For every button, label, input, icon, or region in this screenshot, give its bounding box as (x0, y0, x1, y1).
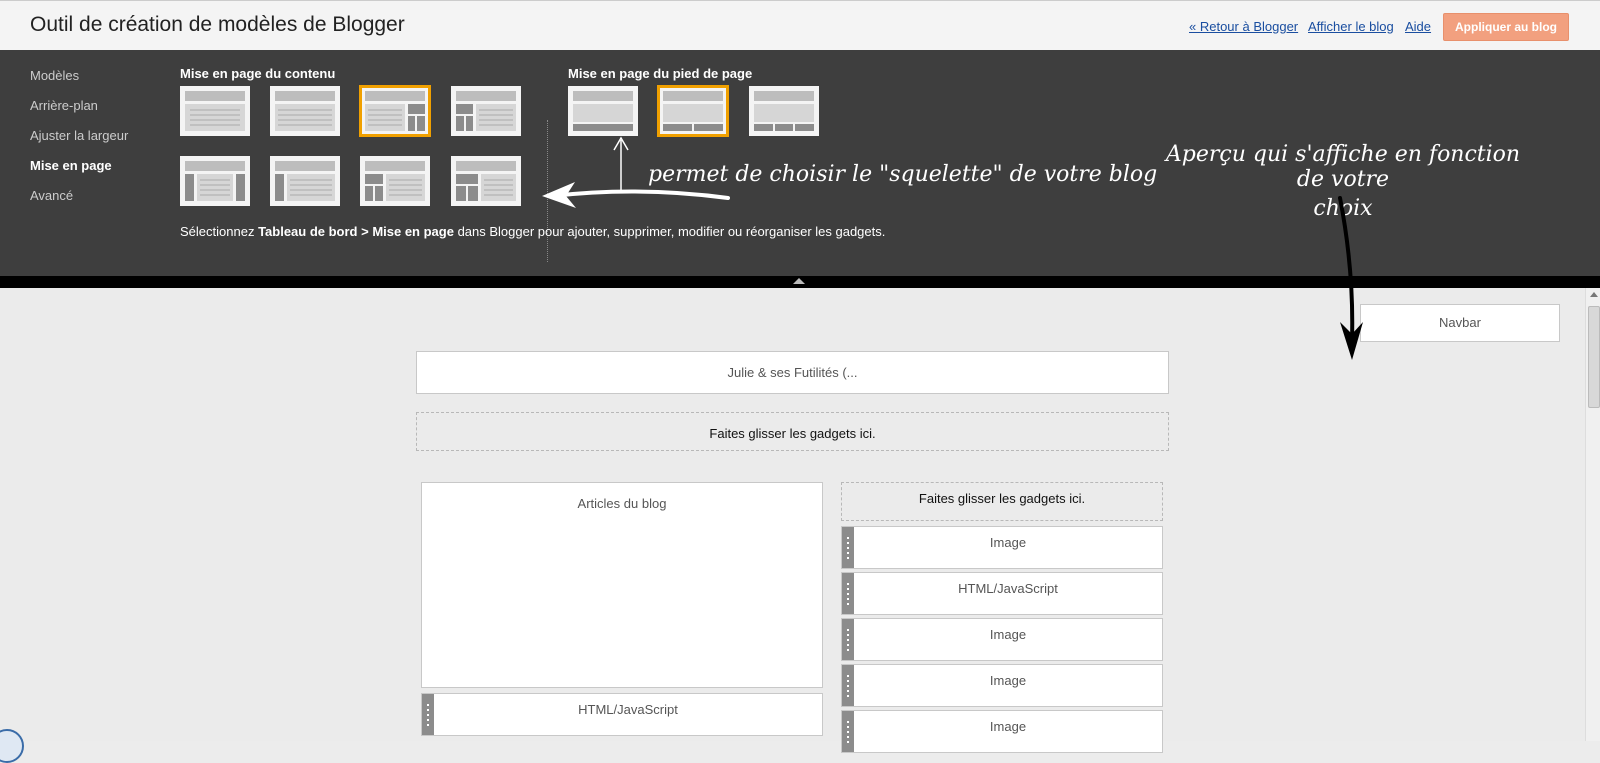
layout-one-column-icon (185, 91, 245, 131)
content-layout-option-2[interactable] (270, 86, 340, 136)
scroll-up-arrow-icon[interactable] (1590, 292, 1598, 297)
hint-prefix: Sélectionnez (180, 224, 259, 239)
content-layout-title: Mise en page du contenu (180, 66, 336, 81)
sidebar-item-layout[interactable]: Mise en page (30, 158, 112, 173)
hint-suffix: dans Blogger pour ajouter, supprimer, mo… (453, 224, 886, 239)
gadget-label: Image (989, 535, 1027, 550)
content-layout-option-7[interactable] (360, 156, 430, 206)
content-layout-option-8[interactable] (451, 156, 521, 206)
content-layout-option-4[interactable] (451, 86, 521, 136)
annotation-skeleton: permet de choisir le "squelette" de votr… (648, 162, 1158, 187)
sidebar-gadget-html-js[interactable]: HTML/JavaScript (841, 572, 1163, 615)
layout-left-narrow-icon (275, 161, 335, 201)
collapse-triangle-icon[interactable] (793, 278, 805, 284)
drop-zone-main[interactable]: Faites glisser les gadgets ici. (416, 412, 1169, 451)
sidebar-item-background[interactable]: Arrière-plan (30, 98, 98, 113)
preview-scrollbar[interactable] (1585, 288, 1600, 741)
layout-hint: Sélectionnez Tableau de bord > Mise en p… (180, 224, 885, 239)
sidebar-gadget-image-3[interactable]: Image (841, 664, 1163, 707)
blog-posts-gadget[interactable]: Articles du blog (421, 482, 823, 688)
annotation-preview-line1: Aperçu qui s'affiche en fonction de votr… (1165, 142, 1521, 192)
drop-zone-sidebar[interactable]: Faites glisser les gadgets ici. (841, 482, 1163, 521)
layout-left-sidebar-icon (456, 91, 516, 131)
drag-handle-icon[interactable] (842, 573, 854, 614)
layout-one-column-wide-icon (275, 91, 335, 131)
drag-handle-icon[interactable] (842, 619, 854, 660)
gadget-label: Image (989, 719, 1027, 734)
footer-three-column-icon (754, 91, 814, 131)
footer-one-column-icon (573, 91, 633, 131)
app-title: Outil de création de modèles de Blogger (30, 13, 405, 36)
sidebar-item-templates[interactable]: Modèles (30, 68, 79, 83)
gadget-label: Image (989, 627, 1027, 642)
drag-handle-icon[interactable] (422, 694, 434, 735)
sidebar-item-advanced[interactable]: Avancé (30, 188, 73, 203)
layout-split-right-icon (456, 161, 516, 201)
gadget-label: Image (989, 673, 1027, 688)
sidebar-item-adjust-width[interactable]: Ajuster la largeur (30, 128, 128, 143)
blog-layout-preview: Navbar Julie & ses Futilités (... Faites… (0, 288, 1585, 753)
layout-three-column-icon (185, 161, 245, 201)
navbar-gadget[interactable]: Navbar (1360, 304, 1560, 342)
main-html-js-gadget[interactable]: HTML/JavaScript (421, 693, 823, 736)
apply-to-blog-button[interactable]: Appliquer au blog (1443, 13, 1569, 41)
sidebar-gadget-image-2[interactable]: Image (841, 618, 1163, 661)
hint-path: Tableau de bord > Mise en page (258, 224, 454, 239)
drag-handle-icon[interactable] (842, 711, 854, 752)
content-layout-option-3-selected[interactable] (359, 85, 431, 137)
layout-split-left-icon (365, 161, 425, 201)
panel-divider (547, 120, 548, 262)
content-layout-option-1[interactable] (180, 86, 250, 136)
annotation-preview-line2: choix (1313, 196, 1373, 221)
footer-two-column-icon (663, 91, 723, 131)
drag-handle-icon[interactable] (842, 665, 854, 706)
view-blog-link[interactable]: Afficher le blog (1308, 19, 1394, 34)
footer-layout-option-3[interactable] (749, 86, 819, 136)
back-to-blogger-link[interactable]: « Retour à Blogger (1189, 19, 1298, 34)
gadget-label: HTML/JavaScript (958, 581, 1058, 596)
layout-right-sidebar-icon (365, 91, 425, 131)
help-link[interactable]: Aide (1405, 19, 1431, 34)
content-layout-option-5[interactable] (180, 156, 250, 206)
sidebar-gadget-image-1[interactable]: Image (841, 526, 1163, 569)
footer-layout-title: Mise en page du pied de page (568, 66, 753, 81)
footer-layout-option-1[interactable] (568, 86, 638, 136)
footer-layout-option-2-selected[interactable] (657, 85, 729, 137)
sidebar-gadget-image-4[interactable]: Image (841, 710, 1163, 753)
settings-panel: Modèles Arrière-plan Ajuster la largeur … (0, 50, 1600, 276)
gadget-label: HTML/JavaScript (578, 702, 678, 717)
header-gadget[interactable]: Julie & ses Futilités (... (416, 351, 1169, 394)
annotation-preview: Aperçu qui s'affiche en fonction de votr… (1158, 142, 1528, 221)
scroll-thumb[interactable] (1588, 306, 1600, 408)
content-layout-option-6[interactable] (270, 156, 340, 206)
top-bar: Outil de création de modèles de Blogger … (0, 0, 1600, 51)
drag-handle-icon[interactable] (842, 527, 854, 568)
